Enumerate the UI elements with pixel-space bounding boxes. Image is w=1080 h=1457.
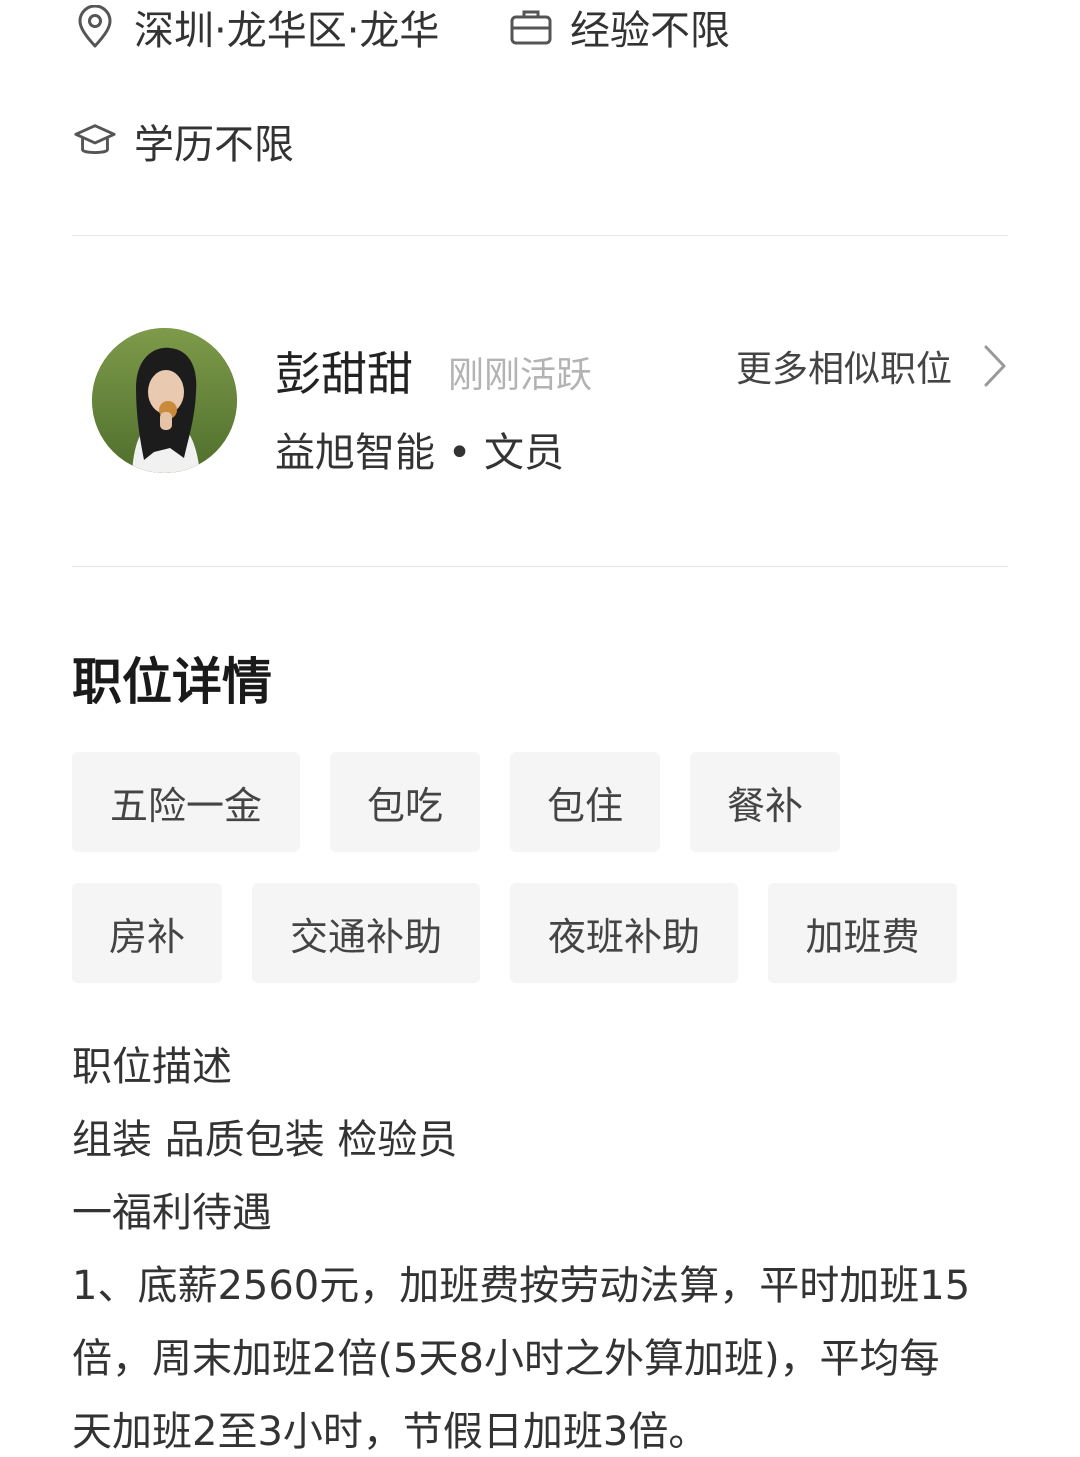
avatar[interactable] — [92, 328, 237, 473]
description-line: 天加班2至3小时，节假日加班3倍。 — [72, 1409, 709, 1455]
description-heading: 职位描述 — [72, 1044, 232, 1090]
benefit-tag: 夜班补助 — [510, 883, 738, 983]
chevron-right-icon — [982, 343, 1008, 389]
benefit-tag: 包吃 — [330, 752, 480, 852]
experience-row: 经验不限 — [508, 0, 730, 56]
graduation-cap-icon — [72, 118, 118, 164]
divider — [72, 566, 1008, 567]
experience-text: 经验不限 — [570, 8, 730, 54]
benefit-tag: 餐补 — [690, 752, 840, 852]
recruiter-card[interactable]: 彭甜甜 刚刚活跃 益旭智能 • 文员 更多相似职位 — [92, 328, 1008, 476]
more-similar-jobs-label: 更多相似职位 — [735, 349, 952, 390]
benefit-tag: 包住 — [510, 752, 660, 852]
briefcase-icon — [508, 4, 554, 50]
benefit-tag: 交通补助 — [252, 883, 480, 983]
description-line: 倍，周末加班2倍(5天8小时之外算加班)，平均每 — [72, 1336, 940, 1382]
description-line: 组装 品质包装 检验员 — [72, 1117, 458, 1163]
benefit-tag: 五险一金 — [72, 752, 300, 852]
divider — [72, 235, 1008, 236]
location-row: 深圳·龙华区·龙华 — [72, 0, 439, 56]
job-details-title: 职位详情 — [72, 653, 272, 711]
location-text: 深圳·龙华区·龙华 — [134, 8, 440, 54]
recruiter-active-status: 刚刚活跃 — [448, 355, 593, 396]
education-text: 学历不限 — [134, 122, 294, 168]
recruiter-name: 彭甜甜 — [275, 347, 413, 401]
recruiter-company-role: 益旭智能 • 文员 — [275, 430, 565, 476]
more-similar-jobs-link[interactable]: 更多相似职位 — [736, 340, 1008, 392]
map-pin-icon — [72, 4, 118, 50]
benefit-tag: 房补 — [72, 883, 222, 983]
description-line: 1、底薪2560元，加班费按劳动法算，平时加班15 — [72, 1263, 971, 1309]
benefit-tag: 加班费 — [768, 883, 957, 983]
education-row: 学历不限 — [72, 112, 294, 170]
description-line: 一福利待遇 — [72, 1190, 272, 1236]
